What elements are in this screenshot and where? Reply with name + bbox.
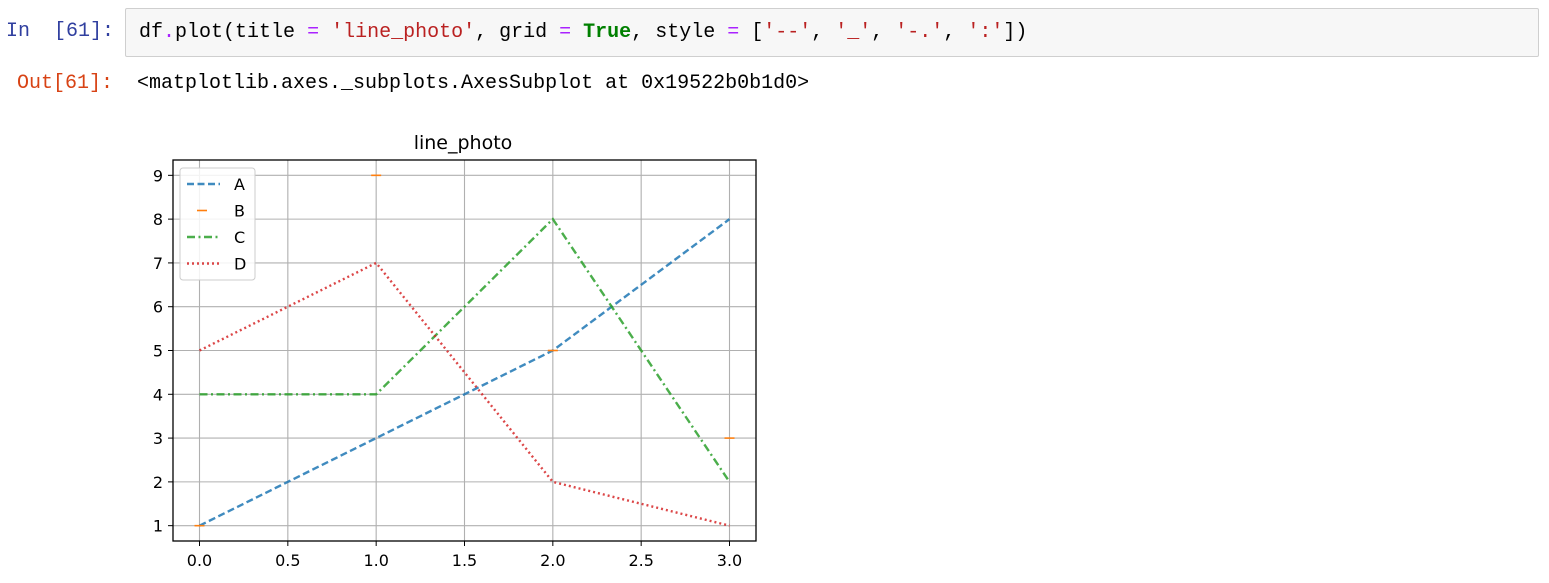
x-tick-label: 3.0 — [717, 551, 742, 570]
output-prompt: Out[61]: — [17, 72, 114, 95]
code-token: , style — [631, 21, 728, 44]
legend-label: D — [234, 255, 246, 274]
line-chart: line_photo 0.0 0.5 1.0 1.5 2.0 2.5 3.0 1 2 3 4 5 6 7 8… — [153, 132, 757, 570]
code-token: = — [559, 21, 572, 44]
x-tick-label: 0.0 — [187, 551, 212, 570]
code-token: = — [307, 21, 320, 44]
y-tick-label: 1 — [153, 517, 163, 536]
x-tick-label: 2.5 — [628, 551, 653, 570]
y-tick-label: 4 — [153, 385, 163, 404]
code-token: '--' — [763, 21, 812, 44]
code-token: [ — [739, 21, 764, 44]
y-tick-label: 7 — [153, 254, 163, 273]
code-token: , — [871, 21, 896, 44]
chart-legend: ABCD — [179, 167, 256, 281]
x-tick-label: 2.0 — [540, 551, 565, 570]
y-tick-label: 8 — [153, 210, 163, 229]
x-tick-label: 1.0 — [363, 551, 388, 570]
code-token: , — [811, 21, 836, 44]
y-tick-label: 6 — [153, 298, 163, 317]
code-token: df — [139, 21, 164, 44]
code-token: ]) — [1003, 21, 1028, 44]
chart-title: line_photo — [414, 132, 513, 154]
plot-output: line_photo 0.0 0.5 1.0 1.5 2.0 2.5 3.0 1 2 3 4 5 6 7 8… — [130, 125, 770, 580]
code-token: 'line_photo' — [331, 21, 476, 44]
code-token: '_' — [835, 21, 872, 44]
code-token: '-.' — [895, 21, 944, 44]
code-token: ':' — [967, 21, 1004, 44]
code-token: , grid — [475, 21, 560, 44]
code-token: . — [163, 21, 176, 44]
x-tick-label: 1.5 — [452, 551, 477, 570]
input-prompt: In [61]: — [6, 20, 115, 43]
legend-label: A — [234, 175, 245, 194]
code-token: True — [583, 21, 632, 44]
y-tick-label: 9 — [153, 166, 163, 185]
code-token: = — [727, 21, 740, 44]
legend-label: C — [234, 228, 245, 247]
legend-label: B — [234, 202, 245, 221]
y-tick-label: 3 — [153, 429, 163, 448]
output-text: <matplotlib.axes._subplots.AxesSubplot a… — [137, 72, 810, 95]
x-tick-label: 0.5 — [275, 551, 300, 570]
code-token: , — [943, 21, 968, 44]
y-tick-label: 2 — [153, 473, 163, 492]
code-input-area[interactable]: df.plot(title = 'line_photo', grid = Tru… — [125, 8, 1539, 57]
code-line: df.plot(title = 'line_photo', grid = Tru… — [139, 19, 1027, 47]
y-tick-label: 5 — [153, 342, 163, 361]
code-token: plot(title — [175, 21, 308, 44]
